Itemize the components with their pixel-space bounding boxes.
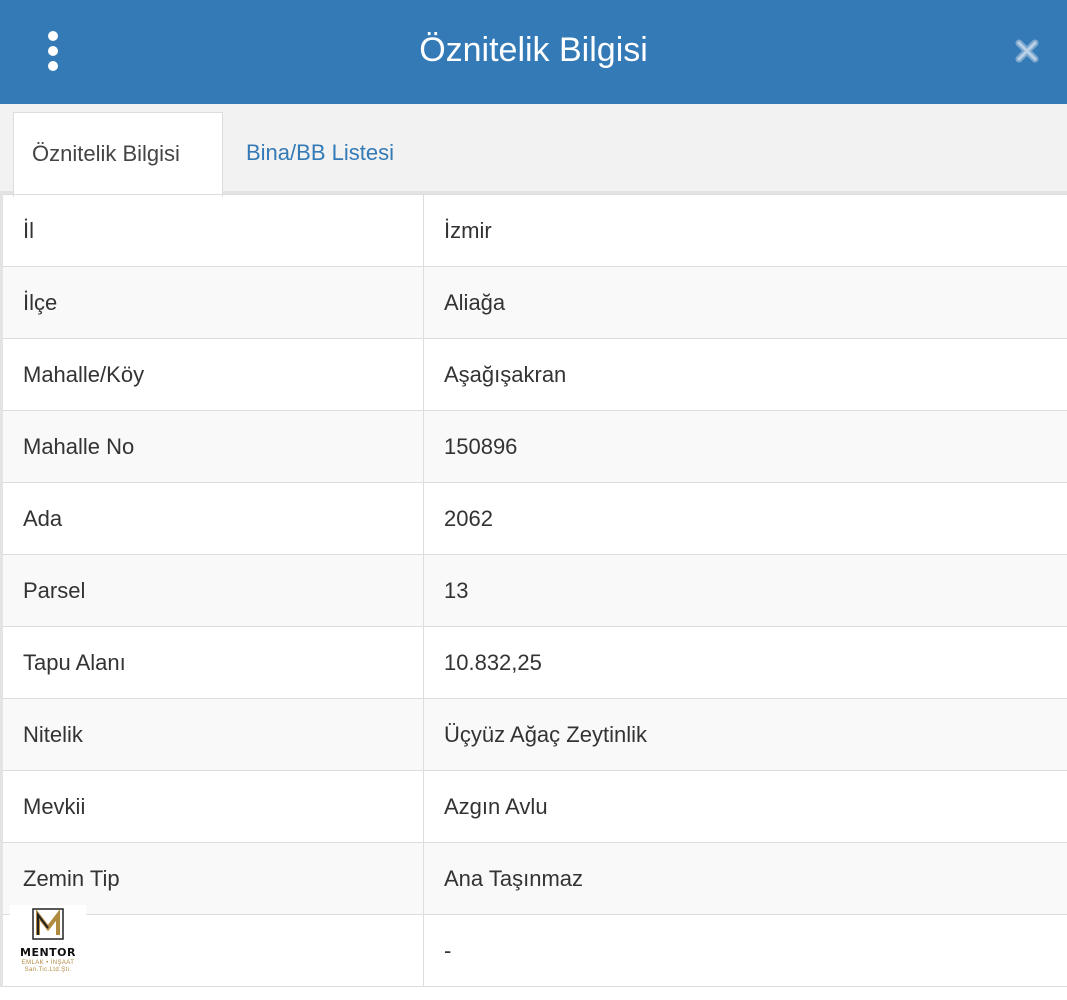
mentor-logo-watermark: MENTOR EMLAK • İNŞAAT San.Tic.Ltd.Şti. xyxy=(10,905,86,985)
row-key: Mevkii xyxy=(0,770,424,843)
row-key: İl xyxy=(0,194,424,267)
row-key: Mahalle/Köy xyxy=(0,338,424,411)
table-row: İlçe Aliağa xyxy=(0,266,1067,339)
row-value: - xyxy=(423,914,1067,987)
row-value: Aşağışakran xyxy=(423,338,1067,411)
row-value: Aliağa xyxy=(423,266,1067,339)
logo-m-glyph xyxy=(32,908,64,940)
row-value: 2062 xyxy=(423,482,1067,555)
close-icon-glyph xyxy=(1015,39,1039,63)
row-key: Tapu Alanı xyxy=(0,626,424,699)
tab-attribute-info[interactable]: Öznitelik Bilgisi xyxy=(13,112,223,197)
table-row: Mahalle/Köy Aşağışakran xyxy=(0,338,1067,411)
tab-bar: Öznitelik Bilgisi Bina/BB Listesi xyxy=(0,104,1067,197)
row-value: Ana Taşınmaz xyxy=(423,842,1067,915)
row-key: İlçe xyxy=(0,266,424,339)
logo-line2: San.Tic.Ltd.Şti. xyxy=(24,967,72,973)
row-value: 150896 xyxy=(423,410,1067,483)
table-row: İl İzmir xyxy=(0,194,1067,267)
row-value: Üçyüz Ağaç Zeytinlik xyxy=(423,698,1067,771)
row-key: Mahalle No xyxy=(0,410,424,483)
attribute-table: İl İzmir İlçe Aliağa Mahalle/Köy Aşağışa… xyxy=(0,194,1067,987)
table-row: Mahalle No 150896 xyxy=(0,410,1067,483)
close-icon[interactable] xyxy=(1005,28,1049,74)
mentor-logo-icon xyxy=(32,908,64,940)
table-row: Nitelik Üçyüz Ağaç Zeytinlik xyxy=(0,698,1067,771)
panel-header: Öznitelik Bilgisi xyxy=(0,0,1067,104)
row-value: 10.832,25 xyxy=(423,626,1067,699)
row-key: Parsel xyxy=(0,554,424,627)
row-value: İzmir xyxy=(423,194,1067,267)
table-row: Zemin Tip Ana Taşınmaz xyxy=(0,842,1067,915)
row-key: Zemin Tip xyxy=(0,842,424,915)
table-row: Parsel 13 xyxy=(0,554,1067,627)
table-row: Mevkii Azgın Avlu xyxy=(0,770,1067,843)
logo-name: MENTOR xyxy=(20,946,76,959)
panel-title: Öznitelik Bilgisi xyxy=(419,31,648,69)
table-row: Ada 2062 xyxy=(0,482,1067,555)
row-value: Azgın Avlu xyxy=(423,770,1067,843)
row-key: Nitelik xyxy=(0,698,424,771)
table-row: - xyxy=(0,914,1067,987)
tab-building-list[interactable]: Bina/BB Listesi xyxy=(228,112,412,194)
row-key: Ada xyxy=(0,482,424,555)
logo-line1: EMLAK • İNŞAAT xyxy=(21,960,75,966)
row-value: 13 xyxy=(423,554,1067,627)
attribute-info-panel: Öznitelik Bilgisi Öznitelik Bilgisi Bina… xyxy=(0,0,1067,1000)
table-row: Tapu Alanı 10.832,25 xyxy=(0,626,1067,699)
